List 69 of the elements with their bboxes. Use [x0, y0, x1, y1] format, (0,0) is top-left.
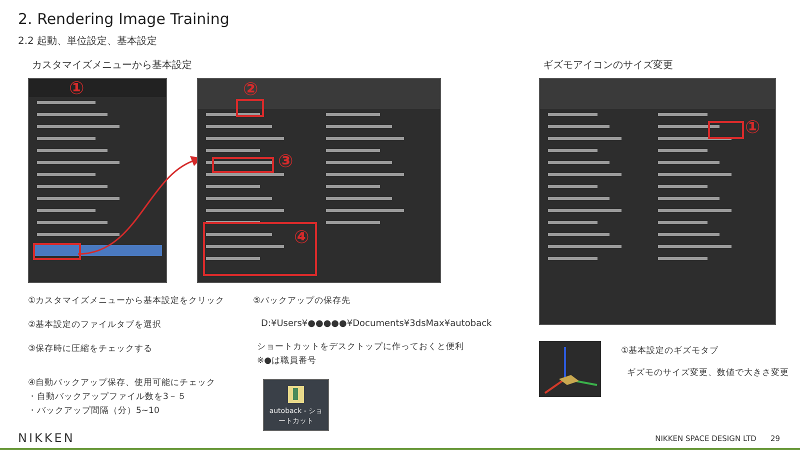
- blurred-text-line: [658, 221, 708, 224]
- blurred-text-line: [658, 125, 720, 128]
- callout-number: ①: [69, 80, 84, 98]
- blurred-text-line: [326, 149, 380, 152]
- blurred-text-line: [326, 221, 380, 224]
- blurred-text-line: [206, 233, 272, 236]
- highlight-frame: [33, 243, 81, 260]
- step-note: ④自動バックアップ保存、使用可能にチェック: [28, 377, 217, 389]
- blurred-text-line: [206, 185, 260, 188]
- blurred-text-line: [658, 257, 708, 260]
- step-note: ・バックアップ間隔（分）5~10: [28, 405, 160, 417]
- blurred-text-line: [548, 113, 598, 116]
- blurred-text-line: [37, 101, 96, 104]
- highlight-frame: [212, 157, 274, 173]
- step-note: ・自動バックアップファイル数を3－５: [28, 391, 188, 403]
- blurred-text-line: [658, 113, 708, 116]
- blurred-text-line: [206, 161, 272, 164]
- blurred-text-line: [326, 113, 380, 116]
- blurred-text-line: [548, 197, 610, 200]
- blurred-text-line: [658, 161, 720, 164]
- blurred-text-line: [37, 137, 96, 140]
- section-heading: カスタマイズメニューから基本設定: [32, 58, 193, 72]
- blurred-text-line: [548, 221, 598, 224]
- blurred-text-line: [326, 125, 392, 128]
- blurred-text-line: [548, 233, 610, 236]
- tip-note: ※●は職員番号: [257, 355, 318, 367]
- blurred-text-line: [37, 173, 96, 176]
- blurred-text-line: [326, 197, 392, 200]
- highlight-frame: [236, 99, 264, 117]
- blurred-text-line: [206, 257, 260, 260]
- blurred-text-line: [658, 149, 708, 152]
- callout-number: ②: [243, 81, 258, 99]
- blurred-text-line: [548, 149, 598, 152]
- blurred-text-line: [37, 221, 108, 224]
- blurred-text-line: [658, 197, 720, 200]
- folder-path: D:¥Users¥●●●●●¥Documents¥3dsMax¥autoback: [261, 319, 493, 329]
- step-note: ③保存時に圧縮をチェックする: [28, 343, 154, 355]
- callout-number: ④: [294, 229, 310, 247]
- section-heading: ギズモアイコンのサイズ変更: [543, 58, 674, 72]
- blurred-text-line: [206, 125, 272, 128]
- gizmo-axes-drawing: [539, 341, 601, 397]
- highlight-frame: [708, 121, 744, 139]
- blurred-text-line: [37, 185, 108, 188]
- step-note: ①カスタマイズメニューから基本設定をクリック: [28, 295, 226, 307]
- blurred-text-line: [548, 257, 598, 260]
- blurred-text-line: [548, 125, 610, 128]
- company-logo: NIKKEN: [18, 431, 75, 445]
- step-note: ⑤バックアップの保存先: [253, 295, 352, 307]
- blurred-text-line: [206, 113, 260, 116]
- blurred-text-line: [548, 185, 598, 188]
- blurred-text-line: [37, 209, 96, 212]
- tip-note: ショートカットをデスクトップに作っておくと便利: [257, 341, 465, 353]
- folder-icon: [287, 384, 305, 404]
- gizmo-note: ギズモのサイズ変更、数値で大きさ変更: [627, 367, 790, 379]
- blurred-text-line: [326, 161, 392, 164]
- blurred-text-line: [326, 185, 380, 188]
- blurred-text-line: [658, 185, 708, 188]
- gizmo-note: ①基本設定のギズモタブ: [621, 345, 720, 357]
- blurred-text-line: [658, 233, 720, 236]
- callout-number: ①: [745, 119, 760, 137]
- step-note: ②基本設定のファイルタブを選択: [28, 319, 163, 331]
- blurred-text-line: [548, 161, 610, 164]
- blurred-text-line: [206, 197, 272, 200]
- callout-number: ③: [278, 153, 294, 171]
- slide-title: 2. Rendering Image Training: [18, 10, 230, 28]
- blurred-text-line: [37, 113, 108, 116]
- section-subtitle: 2.2 起動、単位設定、基本設定: [18, 34, 158, 48]
- blurred-text-line: [37, 149, 108, 152]
- blurred-text-line: [206, 149, 260, 152]
